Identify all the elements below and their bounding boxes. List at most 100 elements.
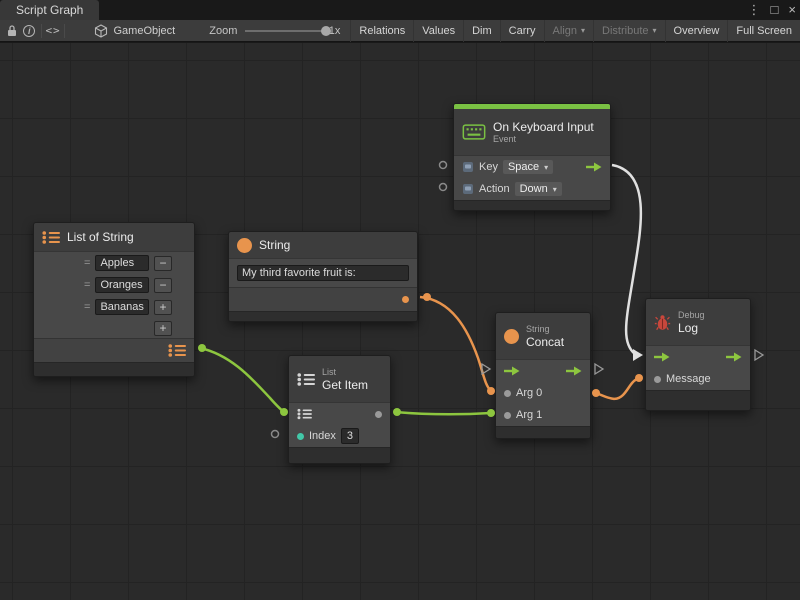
node-footer [646, 390, 750, 410]
flow-input-port[interactable] [654, 352, 670, 362]
string-icon [237, 238, 252, 253]
string-output-row [229, 287, 417, 311]
bug-icon [654, 314, 671, 331]
chevron-down-icon: ▾ [653, 26, 657, 35]
tab-script-graph[interactable]: Script Graph [0, 0, 99, 20]
flow-row [496, 360, 590, 382]
relations-button[interactable]: Relations [350, 20, 413, 42]
flow-output-port[interactable] [566, 366, 582, 376]
arg1-label: Arg 1 [516, 409, 542, 421]
node-header[interactable]: String [229, 232, 417, 258]
list-icon [42, 230, 60, 245]
add-item-button[interactable]: + [154, 321, 172, 336]
toolbar-separator [64, 24, 65, 38]
node-header[interactable]: On Keyboard Input Event [454, 109, 610, 155]
list-input-port[interactable] [297, 408, 312, 420]
key-label: Key [479, 161, 498, 173]
message-port-row: Message [646, 368, 750, 390]
message-label: Message [666, 373, 711, 385]
node-footer [229, 311, 417, 321]
info-icon[interactable]: i [21, 20, 38, 42]
node-category: String [526, 324, 564, 335]
string-icon [504, 329, 519, 344]
window-controls: ⋮ □ × [748, 0, 796, 20]
maximize-button[interactable]: □ [771, 0, 779, 20]
zoom-slider-track [245, 30, 322, 32]
chevron-down-icon: ▾ [581, 26, 585, 35]
node-header[interactable]: String Concat [496, 313, 590, 359]
arg0-input-port[interactable] [504, 390, 511, 397]
drag-handle-icon[interactable]: = [84, 279, 90, 291]
node-header[interactable]: List Get Item [289, 356, 390, 402]
node-title: Concat [526, 335, 564, 349]
distribute-button: Distribute▾ [593, 20, 664, 42]
node-concat[interactable]: String Concat Arg 0 Arg 1 [495, 312, 591, 439]
keycap-icon [462, 183, 474, 195]
index-port-row: Index [289, 425, 390, 447]
values-button[interactable]: Values [413, 20, 463, 42]
keyboard-icon [462, 124, 486, 140]
node-string-literal[interactable]: String [228, 231, 418, 322]
zoom-slider-thumb[interactable] [321, 26, 331, 36]
flow-row [646, 346, 750, 368]
list-output-port[interactable] [168, 343, 186, 358]
node-title: On Keyboard Input [493, 120, 594, 134]
list-item-input-0[interactable] [95, 255, 149, 271]
list-input-row [289, 403, 390, 425]
fullscreen-button[interactable]: Full Screen [727, 20, 800, 42]
drag-handle-icon[interactable]: = [84, 301, 90, 313]
gameobject-selector[interactable]: GameObject [94, 24, 175, 38]
index-label: Index [309, 430, 336, 442]
list-item-input-1[interactable] [95, 277, 149, 293]
zoom-slider[interactable] [245, 20, 322, 42]
node-get-item[interactable]: List Get Item Index [288, 355, 391, 464]
code-view-icon[interactable]: <> [45, 20, 62, 42]
message-input-port[interactable] [654, 376, 661, 383]
node-footer [496, 426, 590, 438]
action-dropdown[interactable]: Down ▾ [515, 182, 562, 196]
string-output-port[interactable] [402, 296, 409, 303]
overview-button[interactable]: Overview [665, 20, 728, 42]
index-input[interactable] [341, 428, 359, 444]
node-footer [34, 362, 194, 376]
node-category: Debug [678, 310, 705, 321]
node-title: Log [678, 321, 705, 335]
list-item-row: = + [34, 296, 194, 318]
node-title: List of String [67, 230, 134, 244]
toolbar-separator [41, 24, 42, 38]
list-icon [297, 372, 315, 387]
remove-item-button[interactable]: + [154, 300, 172, 315]
titlebar: Script Graph ⋮ □ × [0, 0, 800, 20]
flow-output-port[interactable] [586, 162, 602, 172]
arg0-label: Arg 0 [516, 387, 542, 399]
key-dropdown[interactable]: Space ▾ [503, 160, 553, 174]
item-output-port[interactable] [375, 411, 382, 418]
arg1-input-port[interactable] [504, 412, 511, 419]
lock-icon[interactable] [4, 20, 21, 42]
flow-output-port[interactable] [726, 352, 742, 362]
dim-button[interactable]: Dim [463, 20, 500, 42]
node-list-of-string[interactable]: List of String = − = − = + + [33, 222, 195, 377]
arg1-port-row: Arg 1 [496, 404, 590, 426]
unity-cube-icon [94, 24, 108, 38]
string-value-input[interactable] [237, 265, 409, 281]
node-on-keyboard-input[interactable]: On Keyboard Input Event Key Space ▾ [453, 103, 611, 211]
chevron-down-icon: ▾ [553, 185, 557, 194]
index-input-port[interactable] [297, 433, 304, 440]
flow-input-port[interactable] [504, 366, 520, 376]
node-footer [454, 200, 610, 210]
drag-handle-icon[interactable]: = [84, 257, 90, 269]
keycap-icon [462, 161, 474, 173]
close-button[interactable]: × [788, 0, 796, 20]
arg0-port-row: Arg 0 [496, 382, 590, 404]
carry-button[interactable]: Carry [500, 20, 544, 42]
remove-item-button[interactable]: − [154, 278, 172, 293]
remove-item-button[interactable]: − [154, 256, 172, 271]
list-item-input-2[interactable] [95, 299, 149, 315]
list-item-row: = − [34, 274, 194, 296]
action-port-row: Action Down ▾ [454, 178, 610, 200]
node-header[interactable]: List of String [34, 223, 194, 251]
node-header[interactable]: Debug Log [646, 299, 750, 345]
window-menu-button[interactable]: ⋮ [748, 0, 761, 20]
node-debug-log[interactable]: Debug Log Message [645, 298, 751, 411]
